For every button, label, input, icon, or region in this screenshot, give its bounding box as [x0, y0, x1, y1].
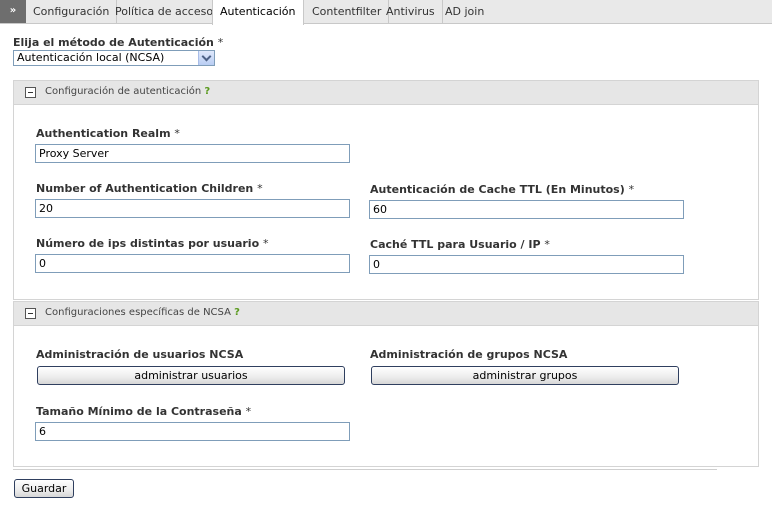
tabs-expand-icon[interactable]: »	[0, 0, 26, 23]
user-ip-ttl-label: Caché TTL para Usuario / IP *	[370, 238, 550, 251]
min-password-label: Tamaño Mínimo de la Contraseña *	[36, 405, 252, 418]
manage-groups-button[interactable]: administrar grupos	[371, 366, 679, 385]
ncsa-config-header[interactable]: Configuraciones específicas de NCSA ?	[14, 302, 758, 326]
tab-politica-de-acceso[interactable]: Política de acceso	[108, 0, 222, 23]
min-password-input[interactable]: 6	[35, 422, 350, 441]
auth-method-select[interactable]: Autenticación local (NCSA)	[13, 50, 215, 66]
help-icon[interactable]: ?	[234, 307, 240, 318]
tab-configuracion[interactable]: Configuración	[26, 0, 118, 23]
groups-admin-label: Administración de grupos NCSA	[370, 348, 568, 361]
auth-method-label: Elija el método de Autenticación *	[13, 36, 224, 49]
panel-title: Configuración de autenticación ?	[45, 86, 211, 97]
chevron-down-icon[interactable]	[198, 51, 214, 65]
user-ip-ttl-input[interactable]: 0	[369, 255, 684, 274]
help-icon[interactable]: ?	[204, 86, 210, 97]
tab-autenticacion[interactable]: Autenticación	[212, 0, 304, 25]
cache-ttl-label: Autenticación de Cache TTL (En Minutos) …	[370, 183, 635, 196]
tab-ad-join[interactable]: AD join	[438, 0, 491, 23]
auth-config-header[interactable]: Configuración de autenticación ?	[14, 81, 758, 105]
collapse-icon[interactable]	[25, 308, 36, 319]
realm-input[interactable]: Proxy Server	[35, 144, 350, 163]
realm-label: Authentication Realm *	[36, 127, 180, 140]
cache-ttl-input[interactable]: 60	[369, 200, 684, 219]
ips-per-user-label: Número de ips distintas por usuario *	[36, 237, 269, 250]
auth-method-selected-value: Autenticación local (NCSA)	[17, 51, 165, 64]
tab-contentfilter[interactable]: Contentfilter	[305, 0, 390, 23]
required-mark: *	[217, 36, 224, 49]
tab-bar: » Configuración Política de acceso Auten…	[0, 0, 772, 25]
collapse-icon[interactable]	[25, 87, 36, 98]
panel-title: Configuraciones específicas de NCSA ?	[45, 307, 240, 318]
save-button[interactable]: Guardar	[14, 479, 74, 498]
children-input[interactable]: 20	[35, 199, 350, 218]
children-label: Number of Authentication Children *	[36, 182, 263, 195]
ips-per-user-input[interactable]: 0	[35, 254, 350, 273]
manage-users-button[interactable]: administrar usuarios	[37, 366, 345, 385]
users-admin-label: Administración de usuarios NCSA	[36, 348, 244, 361]
divider	[13, 469, 717, 470]
tab-antivirus[interactable]: Antivirus	[379, 0, 443, 23]
